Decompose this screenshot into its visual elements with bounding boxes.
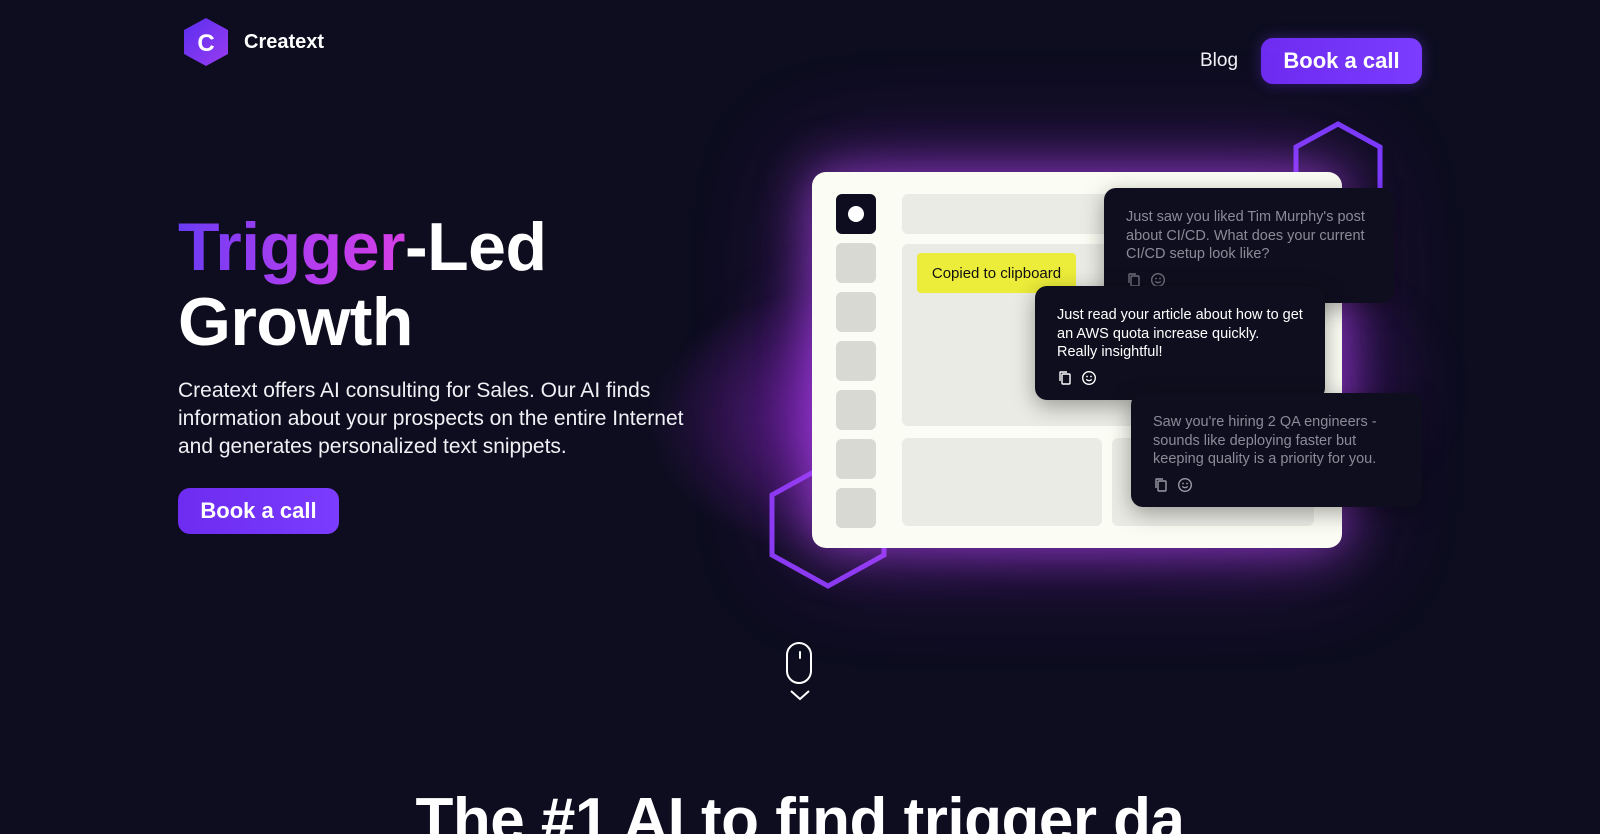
mockup-panel-placeholder	[902, 438, 1102, 526]
mouse-wheel	[799, 651, 801, 659]
logo-hex-icon: C	[184, 18, 228, 66]
hero-title-highlight: Trigger	[178, 209, 406, 285]
mockup-sidebar-item	[836, 341, 876, 381]
hero-title: Trigger-Led Growth	[178, 210, 547, 360]
smiley-icon[interactable]	[1081, 370, 1097, 386]
snippet-text: Just saw you liked Tim Murphy's post abo…	[1126, 209, 1365, 262]
hero-description: Creatext offers AI consulting for Sales.…	[178, 379, 684, 458]
brand-name: Creatext	[244, 30, 325, 53]
header-book-call-button[interactable]: Book a call	[1261, 38, 1422, 84]
snippet-card: Just read your article about how to get …	[1035, 286, 1325, 400]
copy-icon[interactable]	[1153, 477, 1169, 493]
landing-page: C Creatext Blog Book a call Trigger-Led …	[0, 0, 1600, 834]
mockup-sidebar-item-active	[836, 194, 876, 234]
hero-title-rest: -Led	[405, 209, 547, 285]
hero-book-call-button[interactable]: Book a call	[178, 488, 339, 534]
mockup-sidebar-item	[836, 243, 876, 283]
brand-logo[interactable]: C Creatext	[180, 16, 324, 68]
record-dot-icon	[848, 206, 864, 222]
snippet-card: Saw you're hiring 2 QA engineers - sound…	[1131, 393, 1422, 507]
mockup-sidebar-item	[836, 292, 876, 332]
mockup-sidebar-item	[836, 390, 876, 430]
logo-letter: C	[197, 30, 214, 57]
section-title: The #1 AI to find trigger da	[415, 786, 1185, 834]
nav-link-blog[interactable]: Blog	[1200, 50, 1238, 72]
snippet-text: Just read your article about how to get …	[1057, 307, 1303, 360]
hero-title-line2: Growth	[178, 284, 413, 360]
mouse-scroll-icon[interactable]	[786, 642, 812, 684]
chevron-down-icon[interactable]	[789, 688, 811, 702]
mockup-sidebar-item	[836, 439, 876, 479]
smiley-icon[interactable]	[1177, 477, 1193, 493]
copy-icon[interactable]	[1057, 370, 1073, 386]
mockup-sidebar-item	[836, 488, 876, 528]
snippet-text: Saw you're hiring 2 QA engineers - sound…	[1153, 414, 1377, 467]
